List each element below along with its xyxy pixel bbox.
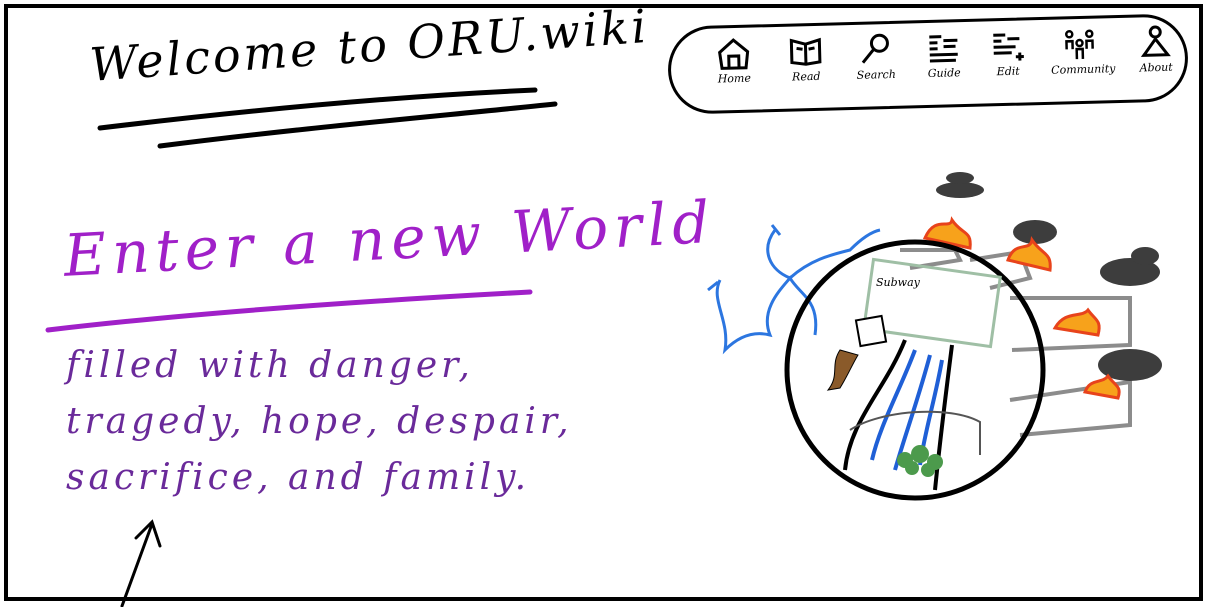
hero-line: sacrifice, and family. <box>66 457 531 498</box>
nav-label: Search <box>856 67 896 82</box>
edit-icon <box>993 33 1024 61</box>
nav-item-edit[interactable]: Edit <box>978 28 1037 79</box>
nav-bar: Home Read Search Guide Edit Community Ab… <box>666 13 1190 115</box>
book-icon <box>789 37 822 66</box>
world-illustration: Subway <box>707 172 1162 501</box>
search-icon <box>861 33 889 64</box>
hero-line: tragedy, hope, despair, <box>66 401 573 442</box>
nav-item-home[interactable]: Home <box>704 35 763 86</box>
about-icon <box>1140 25 1171 57</box>
hero-line: filled with danger, <box>66 345 474 386</box>
nav-item-search[interactable]: Search <box>846 32 905 83</box>
river <box>870 349 944 471</box>
nav-label: Home <box>717 71 752 86</box>
nav-item-about[interactable]: About <box>1126 24 1185 75</box>
nav-item-community[interactable]: Community <box>1050 26 1116 77</box>
community-icon <box>1065 29 1094 60</box>
spokes <box>900 248 1132 437</box>
nav-item-read[interactable]: Read <box>776 33 835 84</box>
nav-label: Guide <box>927 66 961 81</box>
subway-label: Subway <box>876 276 921 289</box>
figure-with-sign <box>826 314 888 391</box>
hero-description: filled with danger, tragedy, hope, despa… <box>66 338 573 506</box>
home-icon <box>718 38 750 70</box>
nav-label: Community <box>1051 62 1116 77</box>
nav-item-guide[interactable]: Guide <box>914 30 973 81</box>
nav-label: Edit <box>996 64 1020 79</box>
guide-icon <box>929 35 958 63</box>
nav-label: About <box>1139 60 1173 75</box>
nav-label: Read <box>791 69 821 84</box>
